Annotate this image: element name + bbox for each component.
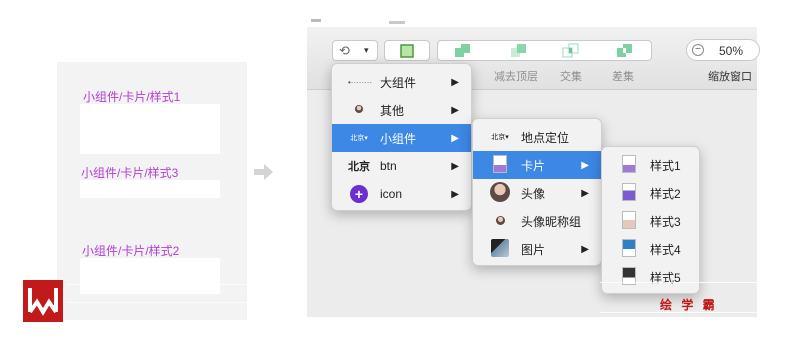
- intersect-label: 交集: [560, 71, 582, 83]
- menu-item-label: 头像昵称组: [521, 214, 582, 229]
- card-thumb-icon: [618, 267, 640, 287]
- refresh-icon: ⟲: [339, 43, 350, 58]
- submenu-arrow-icon: ▶: [451, 132, 459, 144]
- watermark-line: [600, 282, 776, 283]
- artboard-style2[interactable]: [80, 258, 220, 294]
- artboard-label-style1[interactable]: 小组件/卡片/样式1: [83, 88, 180, 105]
- watermark-line: [68, 302, 248, 303]
- zoom-control[interactable]: − 50%: [686, 39, 760, 61]
- watermark-line: [600, 312, 776, 313]
- menu-item-label: 小组件: [380, 131, 417, 146]
- card-thumb-icon: [618, 183, 640, 203]
- small-components-submenu: 北京▾ 地点定位 卡片 ▶ 头像 ▶ 头像昵称组 图片 ▶: [472, 118, 602, 266]
- menu-item-style3[interactable]: 样式3: [602, 207, 699, 235]
- location-thumb: 北京▾: [350, 135, 368, 142]
- menu-item-card[interactable]: 卡片 ▶: [473, 151, 601, 179]
- card-thumb-icon: [618, 155, 640, 175]
- menu-item-label: 其他: [380, 103, 405, 118]
- location-thumb: 北京▾: [491, 134, 509, 141]
- watermark-line: [68, 284, 248, 285]
- menu-item-label: 头像: [521, 186, 546, 201]
- menu-item-style5[interactable]: 样式5: [602, 263, 699, 291]
- right-arrow-icon: [254, 163, 274, 181]
- subtract-icon[interactable]: [510, 43, 528, 63]
- menu-item-image[interactable]: 图片 ▶: [473, 235, 601, 263]
- artboard-label-style2[interactable]: 小组件/卡片/样式2: [82, 242, 179, 259]
- card-thumb-icon: [618, 239, 640, 259]
- menu-item-label: 样式3: [650, 214, 681, 229]
- card-styles-submenu: 样式1 样式2 样式3 样式4 样式5: [601, 146, 700, 294]
- zoom-value: 50%: [719, 44, 744, 58]
- brand-watermark: 绘 学 霸: [660, 298, 718, 312]
- menu-item-large-components[interactable]: •········ 大组件 ▶: [332, 68, 471, 96]
- submenu-arrow-icon: ▶: [581, 243, 589, 255]
- menu-item-btn[interactable]: 北京 btn ▶: [332, 152, 471, 180]
- avatar-thumb-icon: [348, 105, 370, 115]
- menu-item-label: btn: [380, 159, 397, 173]
- menu-item-label: 样式1: [650, 158, 681, 173]
- plus-circle-icon: +: [348, 185, 370, 203]
- insert-menu: •········ 大组件 ▶ 其他 ▶ 北京▾ 小组件 ▶ 北京 btn ▶ …: [331, 63, 472, 211]
- submenu-arrow-icon: ▶: [581, 187, 589, 199]
- artboard-style3[interactable]: [80, 180, 220, 198]
- difference-label: 差集: [612, 71, 634, 83]
- menu-item-label: icon: [380, 187, 403, 201]
- menu-item-label: 卡片: [521, 158, 546, 173]
- menu-item-other[interactable]: 其他 ▶: [332, 96, 471, 124]
- submenu-arrow-icon: ▶: [581, 159, 589, 171]
- menu-item-label: 图片: [521, 242, 546, 257]
- menu-item-label: 样式2: [650, 186, 681, 201]
- site-logo: [23, 280, 63, 322]
- intersect-icon[interactable]: [562, 43, 580, 63]
- union-icon[interactable]: [454, 43, 472, 63]
- artboard-label-style3[interactable]: 小组件/卡片/样式3: [81, 164, 178, 181]
- artboard-icon: [400, 44, 414, 58]
- submenu-arrow-icon: ▶: [451, 160, 459, 172]
- menu-item-location[interactable]: 北京▾ 地点定位: [473, 123, 601, 151]
- artboard-style1[interactable]: [80, 104, 220, 154]
- menu-item-icon[interactable]: + icon ▶: [332, 180, 471, 208]
- btn-thumb: 北京: [348, 161, 370, 173]
- menu-item-label: 样式4: [650, 242, 681, 257]
- menu-item-label: 大组件: [380, 75, 417, 90]
- menu-item-style4[interactable]: 样式4: [602, 235, 699, 263]
- menu-item-style1[interactable]: 样式1: [602, 151, 699, 179]
- card-thumb-icon: [489, 155, 511, 175]
- menu-item-label: 地点定位: [521, 130, 570, 145]
- submenu-arrow-icon: ▶: [451, 188, 459, 200]
- symbols-sync-button[interactable]: ⟲ ▾: [332, 40, 378, 61]
- difference-icon[interactable]: [616, 43, 634, 63]
- menu-item-avatar[interactable]: 头像 ▶: [473, 179, 601, 207]
- zoom-caption: 缩放窗口: [708, 71, 752, 83]
- artboard-button[interactable]: [384, 40, 430, 61]
- card-thumb-icon: [618, 211, 640, 231]
- large-component-thumb: •········: [348, 77, 373, 87]
- chevron-down-icon: ▾: [364, 45, 369, 55]
- avatar-thumb-icon: [489, 182, 511, 204]
- avatar-nickname-thumb-icon: [489, 215, 511, 227]
- titlebar-fragment: [307, 16, 407, 26]
- zoom-out-icon[interactable]: −: [692, 44, 704, 56]
- menu-item-style2[interactable]: 样式2: [602, 179, 699, 207]
- menu-item-small-components[interactable]: 北京▾ 小组件 ▶: [332, 124, 471, 152]
- subtract-label: 减去顶层: [494, 71, 538, 83]
- submenu-arrow-icon: ▶: [451, 104, 459, 116]
- image-thumb-icon: [489, 239, 511, 259]
- menu-item-avatar-nickname[interactable]: 头像昵称组: [473, 207, 601, 235]
- submenu-arrow-icon: ▶: [451, 76, 459, 88]
